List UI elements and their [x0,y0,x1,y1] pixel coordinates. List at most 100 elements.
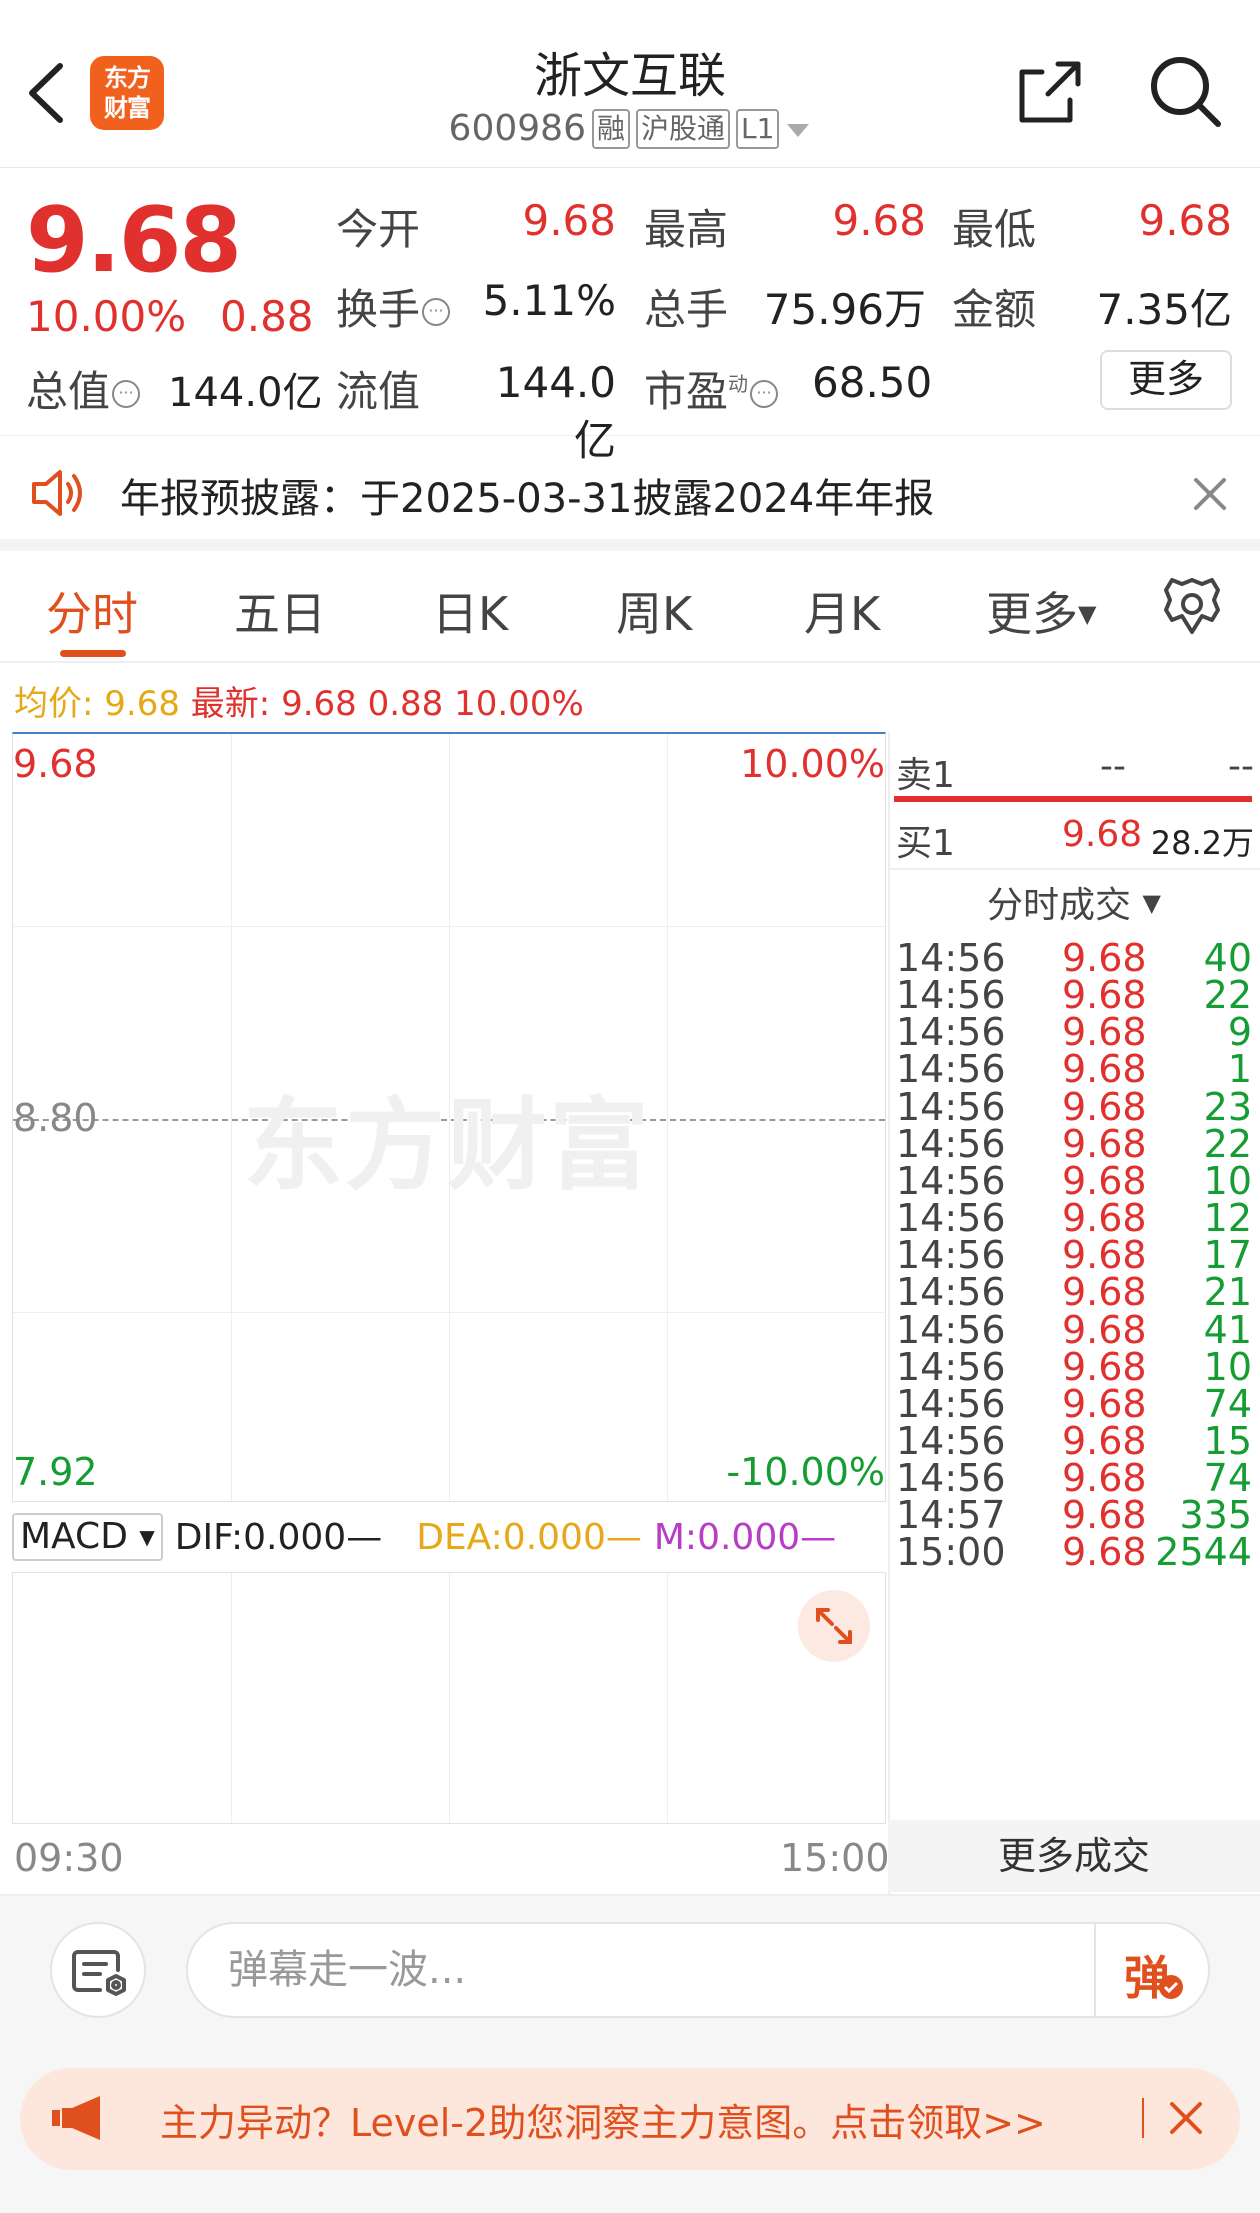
grid-line [667,734,668,1501]
mktcap-label: 总值 [26,367,111,416]
watermark: 东方财富 [243,1087,651,1204]
info-icon[interactable]: ··· [422,298,451,326]
y-axis-mid: 8.80 [13,1096,98,1140]
info-icon[interactable]: ··· [750,380,779,408]
close-icon[interactable] [1188,472,1232,516]
comment-settings-icon[interactable] [50,1922,146,2018]
macd-dif-dash: — [346,1516,383,1558]
macd-chart[interactable] [12,1572,886,1824]
danmu-input[interactable]: 弹幕走一波... [186,1922,1210,2018]
banner-text: 主力异动？Level-2助您洞察主力意图。点击领取>> [160,2101,1046,2145]
back-arrow-icon[interactable] [22,58,72,128]
sell-1-row: 卖1 -- -- [896,746,1254,796]
trade-volume: 2544 [1155,1530,1252,1575]
amount-value: 7.35亿 [1096,285,1232,334]
avg-label: 均价: [14,684,94,724]
buy-1-volume: 28.2万 [1150,824,1254,862]
grid-line [13,1312,885,1313]
share-icon[interactable] [1014,56,1086,128]
change-percent: 10.00% [26,292,187,341]
macd-dif: DIF:0.000— [175,1517,382,1558]
macd-dea-value: DEA:0.000 [416,1516,606,1558]
time-axis-end: 15:00 [780,1836,890,1880]
sell-1-label: 卖1 [896,755,955,796]
macd-m-value: M:0.000 [653,1516,801,1558]
macd-legend: MACD ▼ DIF:0.000— DEA:0.000— M:0.000— [12,1508,886,1566]
time-axis-start: 09:30 [14,1836,124,1880]
macd-dif-value: DIF:0.000 [174,1516,347,1558]
stock-name: 浙文互联 [533,48,726,104]
change-amount: 0.88 [220,292,314,341]
chevron-down-icon: ▼ [139,1525,155,1549]
macd-dea-dash: — [605,1516,642,1558]
trade-time: 15:00 [896,1530,1006,1575]
grid-line [13,926,885,927]
more-quote-button[interactable]: 更多 [1100,350,1232,410]
high-value: 9.68 [832,196,926,245]
pe-sup: 动 [728,372,749,396]
sell-1-volume: -- [1228,746,1254,787]
turnover-label: 换手 [336,285,421,334]
tab-intraday[interactable]: 分时 [46,578,138,644]
avg-value: 9.68 [104,684,180,724]
grid-line [231,734,232,1501]
pct-axis-top: 10.00% [740,742,885,786]
expand-icon[interactable] [798,1590,870,1662]
search-icon[interactable] [1146,52,1226,132]
logo-line-2: 财富 [104,94,151,122]
turnover-value: 5.11% [482,276,616,325]
more-trades-button[interactable]: 更多成交 [888,1820,1260,1892]
stock-subtitle[interactable]: 600986 融 沪股通 L1 [380,108,880,149]
tab-five-day[interactable]: 五日 [234,578,326,644]
current-price: 9.68 [26,188,242,293]
tab-monthly-k[interactable]: 月K [804,578,880,644]
danmu-send-button[interactable]: 弹 [1094,1924,1208,2016]
indicator-select[interactable]: MACD ▼ [12,1513,163,1561]
divider [888,868,1260,870]
grid-line [667,1573,668,1823]
mktcap-value: 144.0亿 [168,370,323,416]
check-badge-icon [1159,1975,1183,1999]
sell-1-price: -- [1100,746,1126,787]
latest-pct: 10.00% [454,684,584,724]
float-label: 流值 [336,367,421,416]
tab-more-label: 更多 [986,587,1078,641]
notice-text: 年报预披露：于2025-03-31披露2024年年报 [120,476,935,522]
gear-icon[interactable] [1162,576,1222,636]
orderbook-divider [894,796,1252,802]
low-label: 最低 [952,205,1037,254]
macd-m: M:0.000— [654,1517,836,1558]
mktcap-field: 总值 ··· [26,358,141,419]
info-icon[interactable]: ··· [112,380,141,408]
active-tab-indicator [60,650,126,657]
banner-divider [1142,2098,1144,2138]
close-icon[interactable] [1164,2096,1208,2140]
macd-dea: DEA:0.000— [416,1517,642,1558]
connect-tag: 沪股通 [636,108,731,149]
trades-title-label: 分时成交 [987,885,1132,926]
avg-price-row: 均价: 9.68 最新: 9.68 0.88 10.00% [14,676,584,725]
open-label: 今开 [336,205,421,254]
speaker-icon [30,466,90,524]
pe-field: 市盈动 ··· [644,358,779,419]
tab-more[interactable]: 更多▼ [986,578,1096,644]
intraday-chart[interactable]: 东方财富 9.68 8.80 7.92 10.00% -10.00% [12,732,886,1502]
volume-value: 75.96万 [763,285,926,334]
level-tag: L1 [736,108,780,149]
macd-m-dash: — [800,1516,837,1558]
pct-axis-bottom: -10.00% [726,1450,885,1494]
trade-price: 9.68 [1062,1530,1147,1575]
tab-daily-k[interactable]: 日K [432,578,508,644]
y-axis-bottom: 7.92 [13,1450,98,1494]
tab-more-caret-icon: ▼ [1078,600,1097,628]
open-value: 9.68 [522,196,616,245]
eastmoney-logo: 东方 财富 [90,56,164,130]
megaphone-icon [50,2092,106,2148]
tab-weekly-k[interactable]: 周K [616,578,692,644]
buy-1-label: 买1 [896,823,955,864]
trades-title[interactable]: 分时成交 ▼ [888,876,1260,928]
pe-label: 市盈 [644,367,729,416]
high-label: 最高 [644,205,729,254]
logo-line-1: 东方 [104,64,151,92]
dropdown-triangle-icon[interactable] [785,108,811,149]
